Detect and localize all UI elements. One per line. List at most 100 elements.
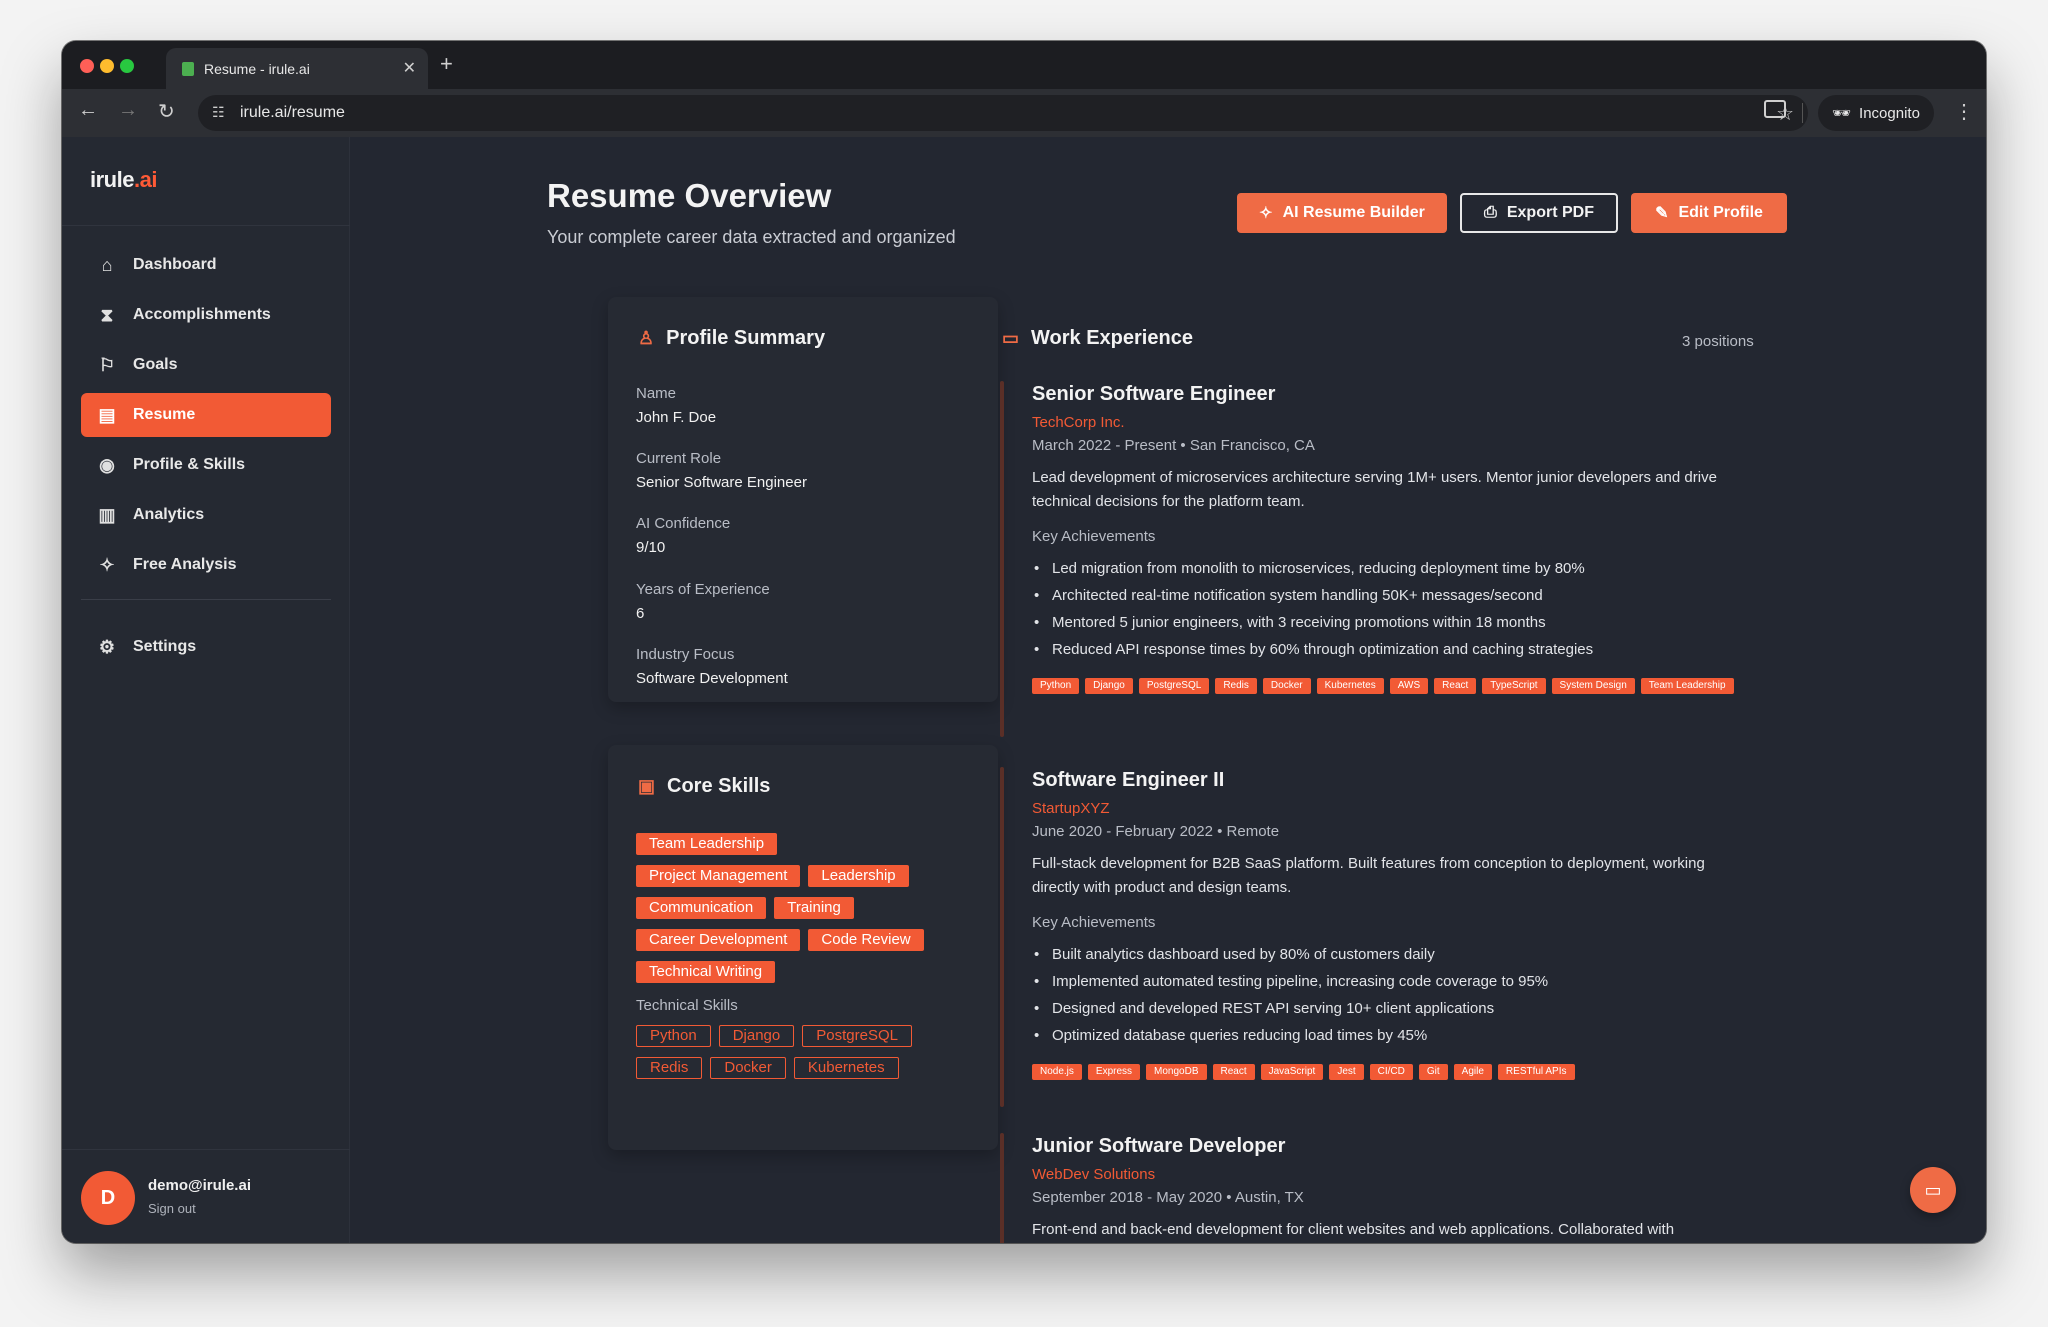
edit-icon: ✎ [1655, 205, 1669, 222]
timeline-bar [1000, 381, 1004, 737]
sidebar-item-label: Goals [133, 356, 178, 373]
tab-strip: Resume - irule.ai ✕ + [62, 41, 1986, 89]
tech-tag: System Design [1551, 678, 1635, 694]
tech-skill-chip: Kubernetes [793, 1057, 899, 1079]
url-text[interactable]: irule.ai/resume [240, 104, 345, 122]
button-label: AI Resume Builder [1282, 204, 1425, 221]
achievement-item: Mentored 5 junior engineers, with 3 rece… [1032, 609, 1832, 636]
tab-search-icon[interactable] [1764, 100, 1786, 118]
achievement-item: Optimized database queries reducing load… [1032, 1022, 1832, 1049]
tech-tag: Team Leadership [1640, 678, 1734, 694]
job-company: WebDev Solutions [1032, 1166, 1156, 1183]
tech-tag: CI/CD [1369, 1064, 1413, 1080]
sidebar-item-label: Free Analysis [133, 556, 237, 573]
close-tab-icon[interactable]: ✕ [403, 58, 416, 78]
toolbar-divider [1802, 103, 1803, 123]
skill-chip: Career Development [636, 929, 801, 951]
close-window-button[interactable] [80, 59, 94, 73]
field-value-years: 6 [636, 605, 645, 622]
tech-tag: JavaScript [1260, 1064, 1324, 1080]
job-title: Senior Software Engineer [1032, 383, 1276, 405]
sidebar-item-free-analysis[interactable]: ✧ Free Analysis [81, 543, 331, 587]
work-experience-title: ▭ Work Experience [1002, 327, 1193, 350]
sidebar-item-resume[interactable]: ▤ Resume [81, 393, 331, 437]
forward-icon[interactable]: → [118, 99, 138, 122]
timeline-bar [1000, 767, 1004, 1107]
browser-menu-icon[interactable]: ⋮ [1954, 99, 1974, 124]
achievement-item: Led migration from monolith to microserv… [1032, 555, 1832, 582]
field-label-years: Years of Experience [636, 581, 770, 598]
logo-accent: .ai [133, 167, 157, 192]
card-title-text: Profile Summary [666, 327, 826, 349]
job-description: Lead development of microservices archit… [1032, 469, 1717, 510]
technical-skills-label: Technical Skills [636, 997, 738, 1014]
browser-toolbar: ← → ↻ ☷ irule.ai/resume ☆ 🕶 Incognito ⋮ [62, 89, 1986, 137]
tech-skill-chip: Docker [710, 1057, 786, 1079]
skill-chip: Communication [636, 897, 767, 919]
achievement-item: Reduced API response times by 60% throug… [1032, 636, 1832, 663]
incognito-label: Incognito [1859, 104, 1920, 122]
user-email: demo@irule.ai [148, 1177, 251, 1194]
sidebar-item-label: Profile & Skills [133, 456, 246, 473]
job-meta: June 2020 - February 2022 • Remote [1032, 823, 1280, 840]
sidebar-item-settings[interactable]: ⚙ Settings [81, 625, 331, 669]
site-settings-icon[interactable]: ☷ [212, 104, 225, 121]
sidebar-item-profile-skills[interactable]: ◉ Profile & Skills [81, 443, 331, 487]
edit-profile-button[interactable]: ✎ Edit Profile [1631, 193, 1787, 233]
tech-skill-chip: Redis [636, 1057, 703, 1079]
chat-support-button[interactable]: ▭ [1910, 1167, 1956, 1213]
sparkle-icon: ✧ [1259, 205, 1273, 222]
logo-main: irule [90, 167, 134, 192]
ai-resume-builder-button[interactable]: ✧ AI Resume Builder [1237, 193, 1447, 233]
tech-tag: Kubernetes [1316, 678, 1384, 694]
divider [62, 225, 350, 226]
tech-skill-chip: Django [718, 1025, 795, 1047]
job-description: Full-stack development for B2B SaaS plat… [1032, 855, 1705, 896]
incognito-indicator[interactable]: 🕶 Incognito [1818, 95, 1934, 131]
field-label-industry: Industry Focus [636, 646, 735, 663]
core-skills-list: Team Leadership Project Management Leader… [636, 833, 966, 993]
address-bar[interactable]: ☷ irule.ai/resume ☆ [198, 95, 1808, 131]
achievement-item: Architected real-time notification syste… [1032, 582, 1832, 609]
sign-out-link[interactable]: Sign out [148, 1201, 196, 1216]
back-icon[interactable]: ← [78, 99, 98, 122]
reload-icon[interactable]: ↻ [158, 99, 175, 124]
sidebar-item-analytics[interactable]: ▥ Analytics [81, 493, 331, 537]
skill-chip: Team Leadership [636, 833, 778, 855]
sidebar-item-dashboard[interactable]: ⌂ Dashboard [81, 243, 331, 287]
tech-tag: React [1212, 1064, 1255, 1080]
logo[interactable]: irule.ai [90, 167, 157, 193]
achievements-list: Led migration from monolith to microserv… [1032, 555, 1832, 663]
achievement-item: Designed and developed REST API serving … [1032, 995, 1832, 1022]
achievements-list: Built analytics dashboard used by 80% of… [1032, 941, 1832, 1049]
tech-tag: RESTful APIs [1497, 1064, 1575, 1080]
flag-icon: ⚐ [98, 354, 116, 375]
divider [81, 599, 331, 600]
sidebar-item-goals[interactable]: ⚐ Goals [81, 343, 331, 387]
job-description: Front-end and back-end development for c… [1032, 1221, 1675, 1238]
minimize-window-button[interactable] [100, 59, 114, 73]
app: irule.ai ⌂ Dashboard ⧗ Accomplishments ⚐ Go… [62, 137, 1986, 1243]
browser-tab[interactable]: Resume - irule.ai ✕ [166, 48, 428, 89]
maximize-window-button[interactable] [120, 59, 134, 73]
timeline-bar [1000, 1133, 1004, 1243]
sidebar-item-label: Settings [133, 638, 197, 655]
job-company: StartupXYZ [1032, 800, 1110, 817]
profile-summary-card: ♙ Profile Summary Name John F. Doe Curren… [608, 297, 998, 702]
tech-skill-chip: Python [636, 1025, 711, 1047]
field-value-industry: Software Development [636, 670, 788, 687]
sidebar: irule.ai ⌂ Dashboard ⧗ Accomplishments ⚐ Go… [62, 137, 350, 1243]
sidebar-item-accomplishments[interactable]: ⧗ Accomplishments [81, 293, 331, 337]
user-icon: ♙ [638, 328, 655, 348]
sidebar-item-label: Analytics [133, 506, 205, 523]
document-icon: ▤ [98, 404, 116, 425]
avatar[interactable]: D [81, 1171, 135, 1225]
chip-icon: ▣ [638, 776, 656, 796]
new-tab-icon[interactable]: + [440, 51, 453, 77]
job-title: Junior Software Developer [1032, 1135, 1286, 1157]
home-icon: ⌂ [101, 254, 113, 275]
tech-tag: Redis [1215, 678, 1257, 694]
tech-tag: TypeScript [1482, 678, 1546, 694]
skill-chip: Training [774, 897, 854, 919]
export-pdf-button[interactable]: ⎙ Export PDF [1460, 193, 1618, 233]
